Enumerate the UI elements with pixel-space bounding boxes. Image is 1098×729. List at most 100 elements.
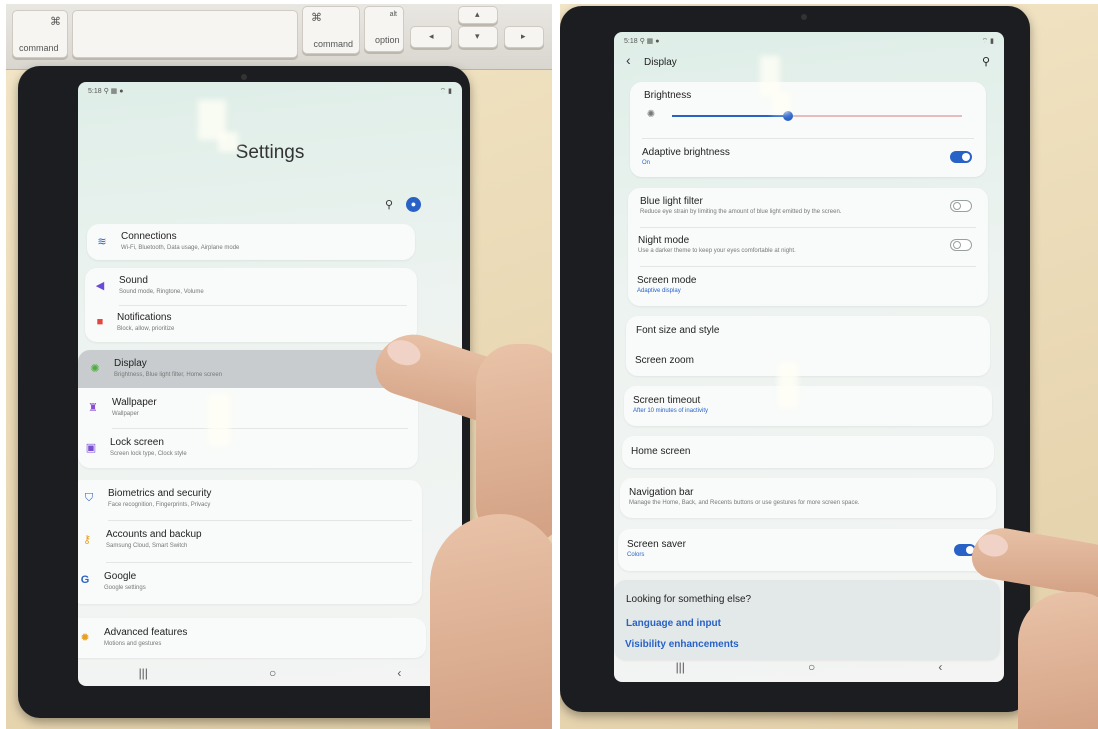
arrow-up-key: ▴	[458, 6, 498, 24]
advanced-features-card[interactable]: ✹ Advanced features Motions and gestures	[78, 618, 426, 658]
language-input-link[interactable]: Language and input	[626, 618, 721, 629]
night-mode-toggle[interactable]	[950, 239, 972, 251]
biometrics-subtitle: Face recognition, Fingerprints, Privacy	[108, 502, 211, 508]
navigation-bar-card[interactable]: Navigation bar Manage the Home, Back, an…	[620, 478, 996, 518]
alt-label: alt	[389, 11, 397, 18]
command-key-right: ⌘ command	[302, 6, 360, 54]
google-subtitle: Google settings	[104, 585, 146, 591]
gear-icon: ✹	[80, 632, 90, 644]
connections-card[interactable]: ≋ Connections Wi-Fi, Bluetooth, Data usa…	[87, 224, 415, 260]
fingernail	[976, 531, 1010, 559]
accounts-row[interactable]: ⚷ Accounts and backup Samsung Cloud, Sma…	[78, 520, 422, 562]
screen-saver-title: Screen saver	[627, 539, 686, 550]
biometrics-row[interactable]: ⛉ Biometrics and security Face recogniti…	[78, 480, 422, 520]
screen-timeout-title: Screen timeout	[633, 395, 701, 406]
sound-title: Sound	[119, 275, 148, 286]
lock-screen-row[interactable]: ▣ Lock screen Screen lock type, Clock st…	[78, 428, 418, 468]
back-arrow-icon[interactable]: ‹	[626, 52, 631, 68]
screen-timeout-card[interactable]: Screen timeout After 10 minutes of inact…	[624, 386, 992, 426]
screen-zoom-row[interactable]: Screen zoom	[626, 346, 990, 376]
status-icons-right: ⌔ ▮	[981, 38, 994, 45]
wallpaper-row[interactable]: ♜ Wallpaper Wallpaper	[78, 388, 418, 428]
google-row[interactable]: G Google Google settings	[78, 562, 422, 604]
display-row[interactable]: ✺ Display Brightness, Blue light filter,…	[78, 350, 418, 388]
brightness-card: Brightness ✺ Adaptive brightness On	[630, 82, 986, 177]
recents-button[interactable]: |||	[139, 666, 148, 680]
search-icon[interactable]: ⚲	[385, 198, 393, 211]
front-camera	[241, 74, 247, 80]
keyboard: ⌘ command ⌘ command alt option ◂ ▴ ▾ ▸	[6, 4, 552, 70]
back-button[interactable]: ‹	[938, 660, 942, 674]
left-photo: ⌘ command ⌘ command alt option ◂ ▴ ▾ ▸ 5…	[6, 4, 552, 729]
font-size-row[interactable]: Font size and style	[626, 316, 990, 346]
home-screen-title: Home screen	[631, 446, 691, 457]
sound-row[interactable]: ◀ Sound Sound mode, Ringtone, Volume	[85, 268, 417, 305]
wallpaper-title: Wallpaper	[112, 397, 157, 408]
command-label-left: command	[19, 43, 59, 53]
home-button[interactable]: ○	[808, 660, 815, 674]
right-photo: 5:18 ⚲ ▦ ● ⌔ ▮ ‹ Display ⚲ Brightness ✺ …	[560, 4, 1098, 729]
navigation-bar: ||| ○ ‹	[614, 656, 1004, 678]
adaptive-brightness-row[interactable]: Adaptive brightness On	[630, 138, 986, 177]
display-title: Display	[114, 358, 147, 369]
home-screen-card[interactable]: Home screen	[622, 436, 994, 468]
command-label-right: command	[313, 39, 353, 49]
front-camera	[801, 14, 807, 20]
suggestions-card: Looking for something else? Language and…	[614, 580, 1000, 660]
biometrics-title: Biometrics and security	[108, 488, 212, 499]
visibility-enhancements-link[interactable]: Visibility enhancements	[625, 639, 739, 650]
thumb	[430, 514, 552, 729]
option-label: option	[375, 35, 400, 45]
space-bar	[72, 10, 298, 58]
search-icon[interactable]: ⚲	[982, 55, 990, 68]
recents-button[interactable]: |||	[676, 660, 685, 674]
status-bar: 5:18 ⚲ ▦ ● ⌔ ▮	[88, 87, 452, 97]
home-button[interactable]: ○	[269, 666, 276, 680]
display-subtitle: Brightness, Blue light filter, Home scre…	[114, 372, 223, 378]
key-icon: ⚷	[82, 534, 92, 546]
night-mode-title: Night mode	[638, 235, 690, 246]
profile-icon[interactable]: ●	[406, 197, 421, 212]
brightness-fill	[672, 115, 788, 117]
status-left: 5:18 ⚲ ▦ ●	[624, 37, 659, 47]
notifications-row[interactable]: ■ Notifications Block, allow, prioritize	[85, 305, 417, 342]
notification-icon: ■	[96, 316, 104, 328]
connections-subtitle: Wi-Fi, Bluetooth, Data usage, Airplane m…	[121, 245, 240, 251]
adaptive-brightness-toggle[interactable]	[950, 151, 972, 163]
tablet-right: 5:18 ⚲ ▦ ● ⌔ ▮ ‹ Display ⚲ Brightness ✺ …	[560, 6, 1030, 712]
sound-subtitle: Sound mode, Ringtone, Volume	[119, 289, 204, 295]
screen-zoom-title: Screen zoom	[635, 355, 694, 366]
option-key: alt option	[364, 6, 404, 52]
sun-icon: ✺	[646, 109, 656, 120]
display-settings-screen: 5:18 ⚲ ▦ ● ⌔ ▮ ‹ Display ⚲ Brightness ✺ …	[614, 32, 1004, 682]
security-accounts-card: ⛉ Biometrics and security Face recogniti…	[78, 480, 422, 604]
screen-mode-row[interactable]: Screen mode Adaptive display	[628, 266, 988, 306]
google-title: Google	[104, 571, 137, 582]
font-zoom-card: Font size and style Screen zoom	[626, 316, 990, 376]
lock-screen-subtitle: Screen lock type, Clock style	[110, 451, 187, 457]
brightness-slider[interactable]	[672, 111, 962, 121]
blue-light-toggle[interactable]	[950, 200, 972, 212]
hand	[1018, 592, 1098, 729]
blue-light-card: Blue light filter Reduce eye strain by l…	[628, 188, 988, 306]
adaptive-brightness-subtitle: On	[642, 160, 651, 166]
suggestions-title: Looking for something else?	[626, 594, 752, 605]
blue-light-subtitle: Reduce eye strain by limiting the amount…	[640, 209, 842, 215]
sound-notifications-card: ◀ Sound Sound mode, Ringtone, Volume ■ N…	[85, 268, 417, 342]
lock-screen-title: Lock screen	[110, 437, 164, 448]
page-title: Display	[644, 57, 677, 68]
sun-icon: ✺	[90, 363, 100, 375]
advanced-features-subtitle: Motions and gestures	[104, 641, 162, 647]
shield-icon: ⛉	[84, 492, 94, 504]
google-icon: G	[80, 574, 90, 586]
display-card: ✺ Display Brightness, Blue light filter,…	[78, 350, 418, 468]
status-icons-left: ⚲ ▦ ●	[103, 88, 124, 95]
cmd-symbol-right: ⌘	[311, 12, 322, 24]
advanced-features-title: Advanced features	[104, 627, 188, 638]
blue-light-row[interactable]: Blue light filter Reduce eye strain by l…	[628, 188, 988, 227]
navigation-bar-subtitle: Manage the Home, Back, and Recents butto…	[629, 500, 860, 506]
screen-glare	[778, 362, 798, 408]
night-mode-row[interactable]: Night mode Use a darker theme to keep yo…	[628, 227, 988, 266]
back-button[interactable]: ‹	[397, 666, 401, 680]
blue-light-title: Blue light filter	[640, 196, 703, 207]
